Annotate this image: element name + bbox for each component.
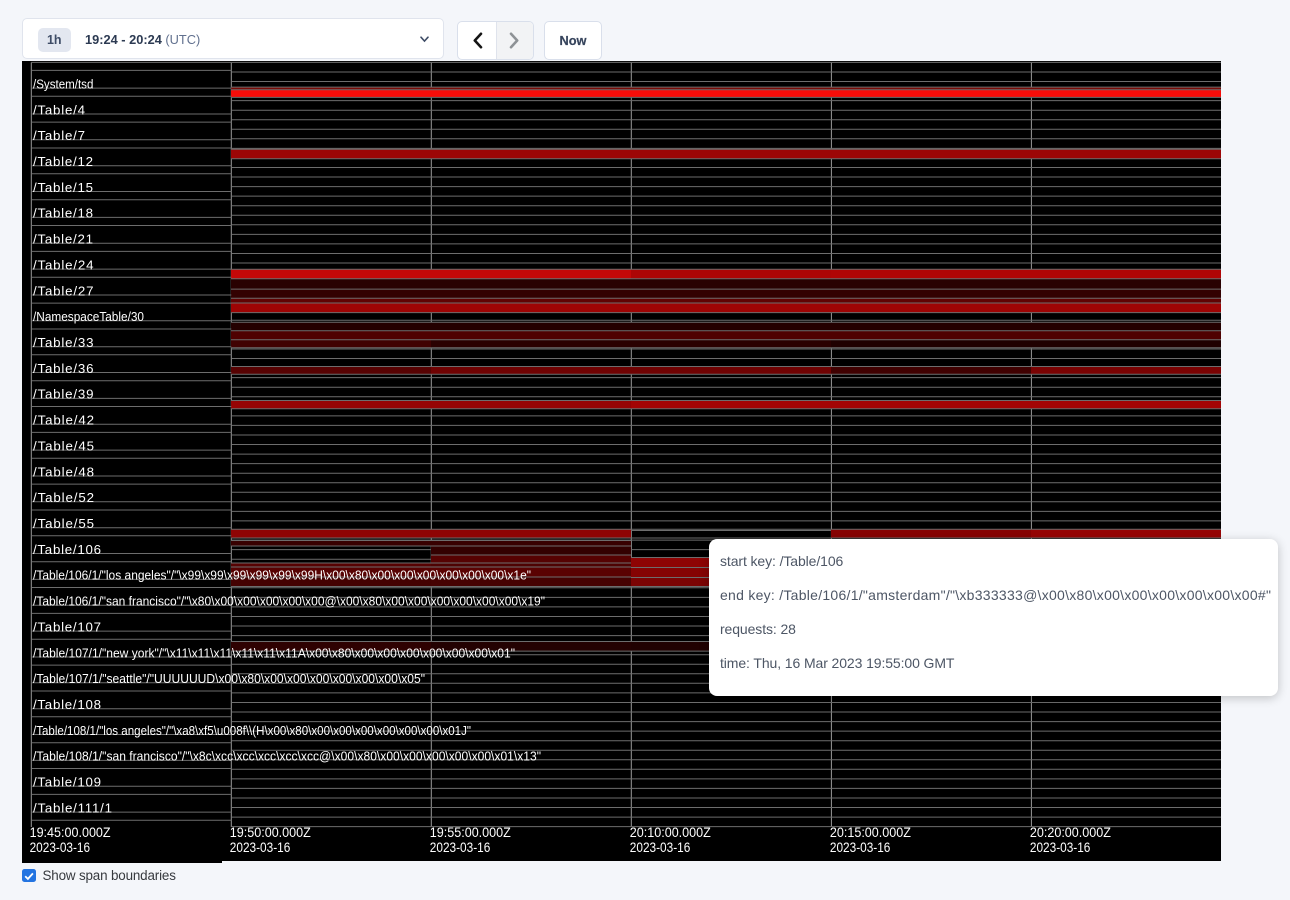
svg-text:19:50:00.000Z: 19:50:00.000Z <box>230 825 311 840</box>
svg-text:/Table/45: /Table/45 <box>33 438 94 453</box>
svg-text:20:15:00.000Z: 20:15:00.000Z <box>830 825 911 840</box>
svg-text:/Table/12: /Table/12 <box>33 154 93 169</box>
svg-text:19:55:00.000Z: 19:55:00.000Z <box>430 825 511 840</box>
svg-text:/Table/7: /Table/7 <box>33 128 85 143</box>
svg-text:/Table/108/1/"los angeles"/"\x: /Table/108/1/"los angeles"/"\xa8\xf5\u00… <box>33 722 471 737</box>
svg-text:2023-03-16: 2023-03-16 <box>630 839 691 854</box>
svg-text:2023-03-16: 2023-03-16 <box>230 839 290 854</box>
svg-text:/Table/24: /Table/24 <box>33 257 94 272</box>
svg-text:/Table/106: /Table/106 <box>33 541 101 556</box>
svg-text:2023-03-16: 2023-03-16 <box>430 839 491 854</box>
svg-text:/Table/107: /Table/107 <box>33 619 101 634</box>
svg-text:20:10:00.000Z: 20:10:00.000Z <box>630 825 711 840</box>
svg-text:19:45:00.000Z: 19:45:00.000Z <box>30 825 111 840</box>
svg-text:/Table/106/1/"los angeles"/"\x: /Table/106/1/"los angeles"/"\x99\x99\x99… <box>33 567 531 582</box>
svg-text:/Table/15: /Table/15 <box>33 179 93 194</box>
svg-text:/Table/55: /Table/55 <box>33 516 94 531</box>
svg-text:/Table/27: /Table/27 <box>33 283 94 298</box>
svg-text:/Table/48: /Table/48 <box>33 464 94 479</box>
svg-text:/Table/4: /Table/4 <box>33 102 85 117</box>
svg-text:/NamespaceTable/30: /NamespaceTable/30 <box>33 309 144 324</box>
svg-text:/Table/109: /Table/109 <box>33 774 101 789</box>
svg-text:/Table/52: /Table/52 <box>33 490 94 505</box>
svg-text:/Table/36: /Table/36 <box>33 360 94 375</box>
svg-text:/Table/18: /Table/18 <box>33 205 93 220</box>
svg-text:20:20:00.000Z: 20:20:00.000Z <box>1030 825 1111 840</box>
svg-text:/Table/107/1/"seattle"/"UUUUUU: /Table/107/1/"seattle"/"UUUUUUD\x00\x80\… <box>33 671 425 686</box>
svg-text:/Table/111/1: /Table/111/1 <box>33 800 112 815</box>
svg-text:2023-03-16: 2023-03-16 <box>830 839 891 854</box>
svg-text:/Table/106/1/"san francisco"/": /Table/106/1/"san francisco"/"\x80\x00\x… <box>33 593 545 608</box>
svg-text:/Table/39: /Table/39 <box>33 386 94 401</box>
svg-text:2023-03-16: 2023-03-16 <box>1030 839 1091 854</box>
svg-text:/Table/108: /Table/108 <box>33 697 101 712</box>
svg-text:/Table/33: /Table/33 <box>33 335 94 350</box>
svg-text:2023-03-16: 2023-03-16 <box>30 839 91 854</box>
svg-text:/System/tsd: /System/tsd <box>33 76 93 91</box>
svg-text:/Table/42: /Table/42 <box>33 412 94 427</box>
svg-text:/Table/21: /Table/21 <box>33 231 93 246</box>
svg-text:/Table/108/1/"san francisco"/": /Table/108/1/"san francisco"/"\x8c\xcc\x… <box>33 748 541 763</box>
svg-text:/Table/107/1/"new york"/"\x11\: /Table/107/1/"new york"/"\x11\x11\x11\x1… <box>33 645 515 660</box>
